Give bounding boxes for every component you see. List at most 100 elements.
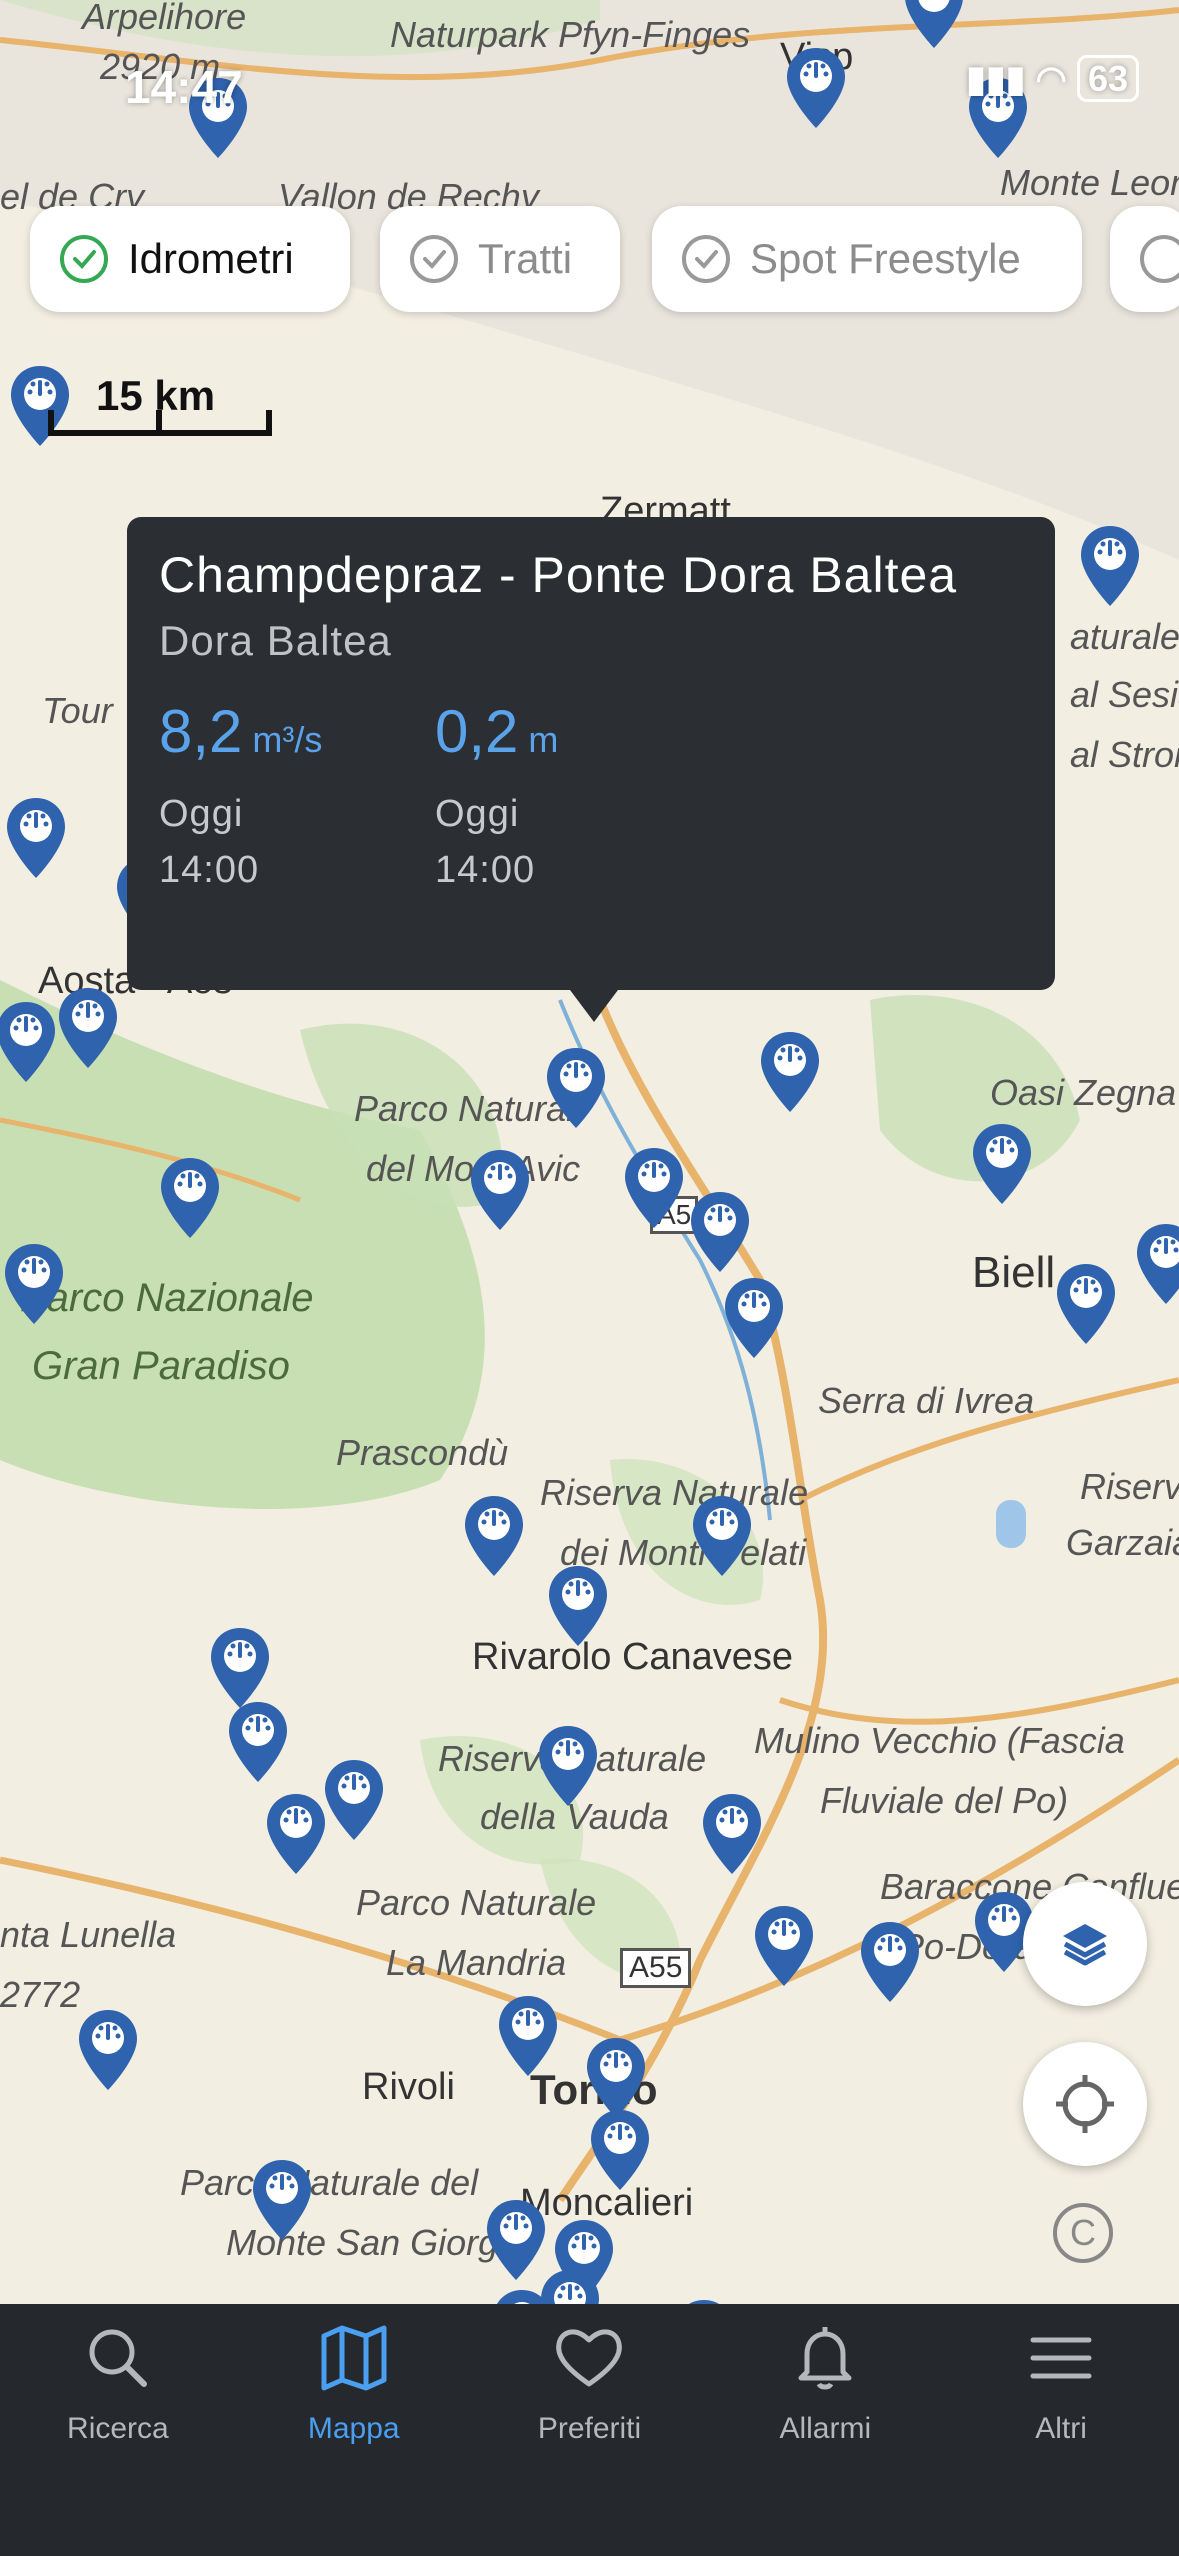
tab-label: Ricerca (67, 2412, 169, 2445)
gauge-pin-icon[interactable] (544, 1046, 608, 1130)
filter-label: Spot Freestyle (750, 235, 1021, 282)
flow-value: 8,2 (159, 698, 243, 765)
map-label: Parco Natural (354, 1088, 575, 1129)
map-label: nta Lunella (0, 1914, 177, 1955)
gauge-pin-icon[interactable] (902, 0, 966, 50)
gauge-pin-icon[interactable] (462, 1494, 526, 1578)
filter-more[interactable] (1110, 206, 1179, 312)
menu-icon (1030, 2337, 1092, 2379)
filter-idrometri[interactable]: Idrometri (30, 206, 350, 312)
gauge-pin-icon[interactable] (322, 1758, 386, 1842)
gauge-pin-icon[interactable] (622, 1146, 686, 1230)
gauge-pin-icon[interactable] (250, 2158, 314, 2242)
gauge-pin-icon[interactable] (226, 1700, 290, 1784)
flow-day: Oggi (159, 793, 244, 835)
map-label: Garzaia (1066, 1522, 1179, 1563)
map-label: La Mandria (386, 1942, 567, 1983)
gauge-pin-icon[interactable] (970, 1122, 1034, 1206)
map-label: Mulino Vecchio (Fascia (754, 1720, 1125, 1761)
gauge-pin-icon[interactable] (2, 1242, 66, 1326)
map-label: Tour (42, 690, 113, 731)
bell-icon (798, 2327, 852, 2390)
gauge-pin-icon[interactable] (158, 1156, 222, 1240)
map-view[interactable]: Arpelihore Naturpark Pfyn-Finges Visp Mo… (0, 0, 1179, 2304)
gauge-pin-icon[interactable] (1054, 1262, 1118, 1346)
tab-altri[interactable]: Altri (943, 2304, 1179, 2556)
scale-tick (48, 410, 54, 436)
level-time: 14:00 (435, 849, 536, 891)
gauge-pin-icon[interactable] (496, 1994, 560, 2078)
copyright-icon[interactable]: C (1053, 2203, 1113, 2263)
map-label: Oasi Zegna (990, 1072, 1177, 1113)
level-day: Oggi (435, 793, 520, 835)
flow-time: 14:00 (159, 849, 260, 891)
tab-ricerca[interactable]: Ricerca (0, 2304, 236, 2556)
gauge-pin-icon[interactable] (858, 1920, 922, 2004)
gauge-pin-icon[interactable] (76, 2008, 140, 2092)
layers-icon (1063, 1924, 1107, 1966)
heart-icon (556, 2329, 623, 2387)
tab-allarmi[interactable]: Allarmi (707, 2304, 943, 2556)
map-label: Prascondù (336, 1432, 509, 1473)
gauge-pin-icon[interactable] (1078, 524, 1142, 608)
signal-icon: ▮▮▮ (966, 58, 1026, 99)
map-label: Naturpark Pfyn-Finges (390, 14, 751, 55)
gauge-pin-icon[interactable] (264, 1792, 328, 1876)
check-circle-icon (60, 235, 108, 283)
map-label: Gran Paradiso (32, 1344, 290, 1388)
gauge-pin-icon[interactable] (752, 1904, 816, 1988)
gauge-pin-icon[interactable] (536, 1724, 600, 1808)
level-value: 0,2 (435, 698, 519, 765)
gauge-pin-icon[interactable] (56, 986, 120, 1070)
map-scale: 15 km (48, 372, 272, 442)
gauge-pin-icon[interactable] (546, 1564, 610, 1648)
map-label: al Strona (1070, 734, 1179, 775)
map-label: Riserva Naturale (540, 1472, 809, 1513)
crosshair-icon (1056, 2075, 1114, 2133)
gauge-pin-icon[interactable] (4, 796, 68, 880)
scale-tick (266, 410, 272, 436)
popup-pointer (570, 990, 618, 1022)
tab-preferiti[interactable]: Preferiti (472, 2304, 708, 2556)
battery-icon: 63 (1076, 55, 1139, 102)
map-label: Serra di Ivrea (818, 1380, 1035, 1421)
filter-spot-freestyle[interactable]: Spot Freestyle (652, 206, 1082, 312)
gauge-pin-icon[interactable] (0, 1000, 58, 1084)
flow-metric: 8,2 m³/s Oggi 14:00 (159, 697, 435, 898)
map-label: Parco Naturale (356, 1882, 597, 1923)
gauge-pin-icon[interactable] (490, 2288, 554, 2304)
gauge-pin-icon[interactable] (208, 1626, 272, 1710)
map-label: Arpelihore (82, 0, 247, 37)
gauge-pin-icon[interactable] (688, 1190, 752, 1274)
level-unit: m (528, 719, 559, 760)
gauge-pin-icon[interactable] (722, 1276, 786, 1360)
map-label: Rivoli (362, 2066, 455, 2108)
check-circle-icon (410, 235, 458, 283)
highway-shield: A55 (620, 1948, 692, 1988)
river-name: Dora Baltea (159, 617, 392, 664)
layers-button[interactable] (1023, 1882, 1147, 2006)
map-label: Monte Leon (1000, 162, 1179, 203)
status-time: 14:47 (125, 61, 243, 113)
gauge-pin-icon[interactable] (690, 1494, 754, 1578)
gauge-pin-icon[interactable] (468, 1148, 532, 1232)
gauge-pin-icon[interactable] (588, 2108, 652, 2192)
map-label: Rivarolo Canavese (472, 1636, 794, 1678)
search-icon (89, 2329, 147, 2387)
station-popup[interactable]: Champdepraz - Ponte Dora Baltea Dora Bal… (127, 517, 1055, 990)
filter-tratti[interactable]: Tratti (380, 206, 620, 312)
gauge-pin-icon[interactable] (1134, 1222, 1179, 1306)
tab-label: Mappa (307, 2412, 400, 2445)
gauge-pin-icon[interactable] (700, 1792, 764, 1876)
map-label: Parco Naturale del (180, 2162, 479, 2203)
map-label: Biell (972, 1248, 1056, 1297)
filter-label: Tratti (478, 235, 573, 282)
tab-mappa[interactable]: Mappa (236, 2304, 472, 2556)
map-label: al Sesia e (1070, 674, 1179, 715)
gauge-pin-icon[interactable] (784, 46, 848, 130)
check-circle-icon (1140, 235, 1179, 283)
locate-button[interactable] (1023, 2042, 1147, 2166)
tab-label: Altri (1035, 2412, 1087, 2445)
status-battery: ▮▮▮ ◠ 63 (966, 55, 1139, 102)
gauge-pin-icon[interactable] (758, 1030, 822, 1114)
